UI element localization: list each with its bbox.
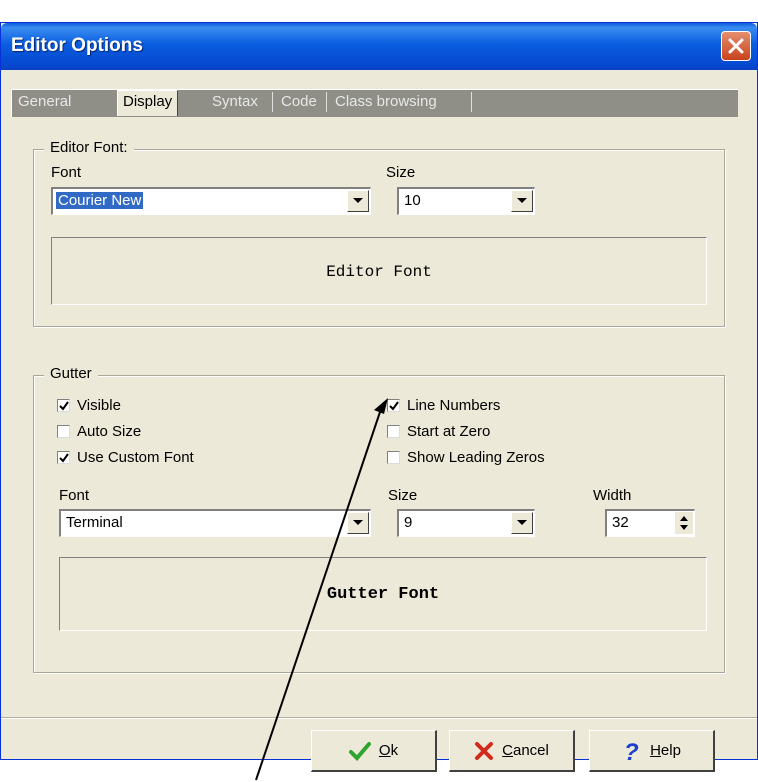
annotation-arrow bbox=[255, 398, 388, 781]
